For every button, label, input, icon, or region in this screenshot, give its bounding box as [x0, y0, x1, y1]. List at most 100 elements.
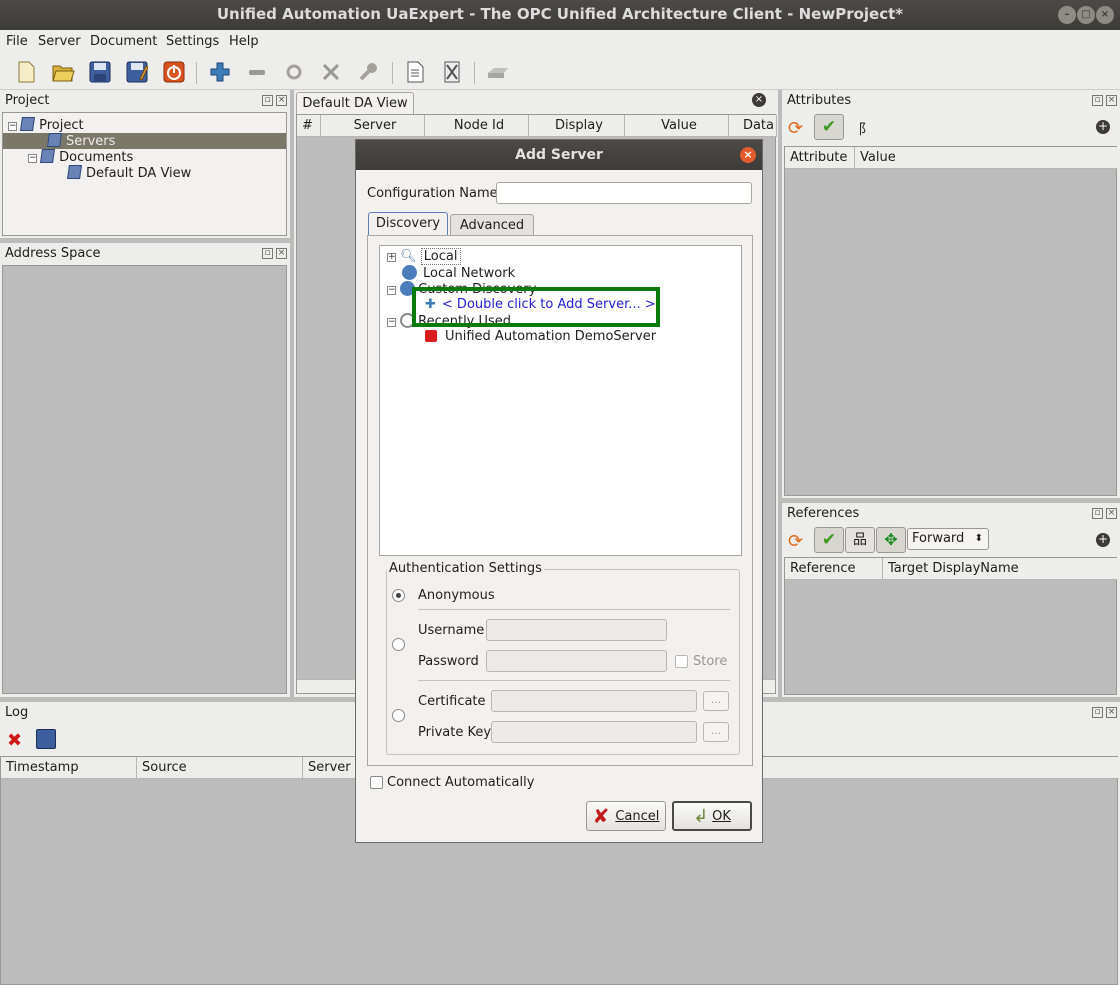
col-header[interactable]: Source — [137, 757, 303, 779]
password-label: Password — [418, 654, 479, 669]
check-icon[interactable]: ✔ — [814, 527, 844, 553]
password-input[interactable] — [486, 650, 667, 672]
anonymous-radio[interactable] — [392, 589, 405, 602]
certificate-input[interactable] — [491, 690, 697, 712]
menu-document[interactable]: Document — [90, 34, 157, 49]
connect-automatically-checkbox[interactable] — [370, 776, 383, 789]
clear-log-icon[interactable]: ✖ — [7, 730, 22, 751]
quit-icon[interactable] — [162, 60, 186, 84]
close-window-button[interactable]: × — [1096, 6, 1114, 24]
project-panel: Project ▫ × − Project Servers − Documents… — [0, 90, 290, 238]
save-log-icon[interactable] — [36, 729, 56, 749]
document-icon — [67, 165, 82, 179]
address-space-panel: Address Space ▫ × — [0, 243, 290, 697]
menu-help[interactable]: Help — [229, 34, 259, 49]
new-project-icon[interactable] — [14, 60, 38, 84]
col-header[interactable]: Timestamp — [1, 757, 137, 779]
col-header[interactable]: Reference — [785, 558, 883, 580]
store-label: Store — [693, 654, 728, 669]
save-as-icon[interactable] — [125, 60, 149, 84]
direction-select[interactable]: Forward ⬍ — [907, 528, 989, 550]
col-header[interactable]: Value — [855, 147, 1117, 169]
col-header[interactable]: Node Id — [425, 115, 529, 137]
config-name-input[interactable] — [496, 182, 752, 204]
remove-document-icon[interactable] — [440, 60, 464, 84]
tab-discovery[interactable]: Discovery — [368, 212, 448, 236]
minimize-button[interactable]: – — [1058, 6, 1076, 24]
col-header[interactable]: Value — [625, 115, 729, 137]
browse-certificate-button[interactable]: ... — [703, 691, 729, 711]
menu-bar: File Server Document Settings Help — [0, 30, 1120, 54]
menu-settings[interactable]: Settings — [166, 34, 219, 49]
menu-file[interactable]: File — [6, 34, 28, 49]
highlight-box — [412, 287, 660, 327]
add-document-icon[interactable] — [403, 60, 427, 84]
close-icon[interactable]: × — [1106, 508, 1117, 519]
ok-label: OK — [712, 808, 731, 824]
float-icon[interactable]: ▫ — [1092, 508, 1103, 519]
drive-icon — [486, 60, 510, 84]
user-password-radio[interactable] — [392, 638, 405, 651]
close-icon[interactable]: × — [276, 95, 287, 106]
attributes-title: Attributes — [787, 93, 852, 108]
float-icon[interactable]: ▫ — [262, 95, 273, 106]
dialog-close-icon[interactable]: × — [740, 147, 756, 163]
connect-automatically-label: Connect Automatically — [387, 775, 535, 790]
close-tab-icon[interactable]: × — [752, 93, 766, 107]
col-header[interactable]: Data — [729, 115, 777, 137]
tree-item-local[interactable]: + 🔍︎ Local — [387, 248, 461, 265]
open-project-icon[interactable] — [51, 60, 75, 84]
float-icon[interactable]: ▫ — [262, 248, 273, 259]
documents-icon — [40, 149, 56, 163]
check-icon[interactable]: ✔ — [814, 114, 844, 140]
add-server-icon[interactable] — [208, 60, 232, 84]
references-panel: References ▫ × ⟳ ✔ 品 ✥ Forward ⬍ + Referen… — [782, 503, 1120, 697]
tree-item-project[interactable]: − Project — [8, 117, 84, 133]
move-icon[interactable]: ✥ — [876, 527, 906, 553]
float-icon[interactable]: ▫ — [1092, 707, 1103, 718]
magnifier-icon: 🔍︎ — [400, 249, 417, 264]
tree-view-icon[interactable]: ⻏ — [852, 119, 866, 139]
add-server-dialog: Add Server × Configuration Name Discover… — [355, 139, 763, 843]
attributes-table: Attribute Value — [784, 146, 1117, 496]
add-icon[interactable]: + — [1096, 120, 1110, 134]
refresh-icon[interactable]: ⟳ — [788, 531, 803, 552]
tree-item-servers[interactable]: Servers — [47, 133, 115, 149]
col-header[interactable]: Attribute — [785, 147, 855, 169]
project-panel-title: Project — [5, 93, 50, 108]
certificate-radio[interactable] — [392, 709, 405, 722]
tree-item-demo-server[interactable]: Unified Automation DemoServer — [425, 329, 656, 344]
username-label: Username — [418, 623, 485, 638]
col-header[interactable]: # — [297, 115, 321, 137]
username-input[interactable] — [486, 619, 667, 641]
float-icon[interactable]: ▫ — [1092, 95, 1103, 106]
close-icon[interactable]: × — [1106, 95, 1117, 106]
ok-button[interactable]: ↲ OK — [672, 801, 752, 831]
menu-server[interactable]: Server — [38, 34, 81, 49]
tab-advanced[interactable]: Advanced — [450, 214, 534, 236]
disconnect-icon — [319, 60, 343, 84]
maximize-button[interactable]: □ — [1077, 6, 1095, 24]
close-icon[interactable]: × — [1106, 707, 1117, 718]
store-checkbox[interactable] — [675, 655, 688, 668]
browse-private-key-button[interactable]: ... — [703, 722, 729, 742]
references-title: References — [787, 506, 860, 521]
col-header[interactable]: Display Name — [529, 115, 625, 154]
tree-item-default-view[interactable]: Default DA View — [67, 165, 191, 181]
spin-icon: ⬍ — [974, 533, 983, 544]
address-space-title: Address Space — [5, 246, 101, 261]
col-header[interactable]: Target DisplayName — [883, 558, 1117, 580]
tree-item-documents[interactable]: − Documents — [28, 149, 133, 165]
tab-default-da-view[interactable]: Default DA View — [296, 92, 414, 114]
private-key-input[interactable] — [491, 721, 697, 743]
col-header[interactable]: Server — [321, 115, 425, 137]
close-icon[interactable]: × — [276, 248, 287, 259]
refresh-icon[interactable]: ⟳ — [788, 118, 803, 139]
tree-item-local-network[interactable]: Local Network — [402, 265, 515, 281]
cancel-button[interactable]: ✘ Cancel — [586, 801, 666, 831]
add-icon[interactable]: + — [1096, 533, 1110, 547]
cancel-label: Cancel — [615, 808, 660, 824]
remove-server-icon — [245, 60, 269, 84]
save-project-icon[interactable] — [88, 60, 112, 84]
hierarchy-icon[interactable]: 品 — [845, 527, 875, 553]
